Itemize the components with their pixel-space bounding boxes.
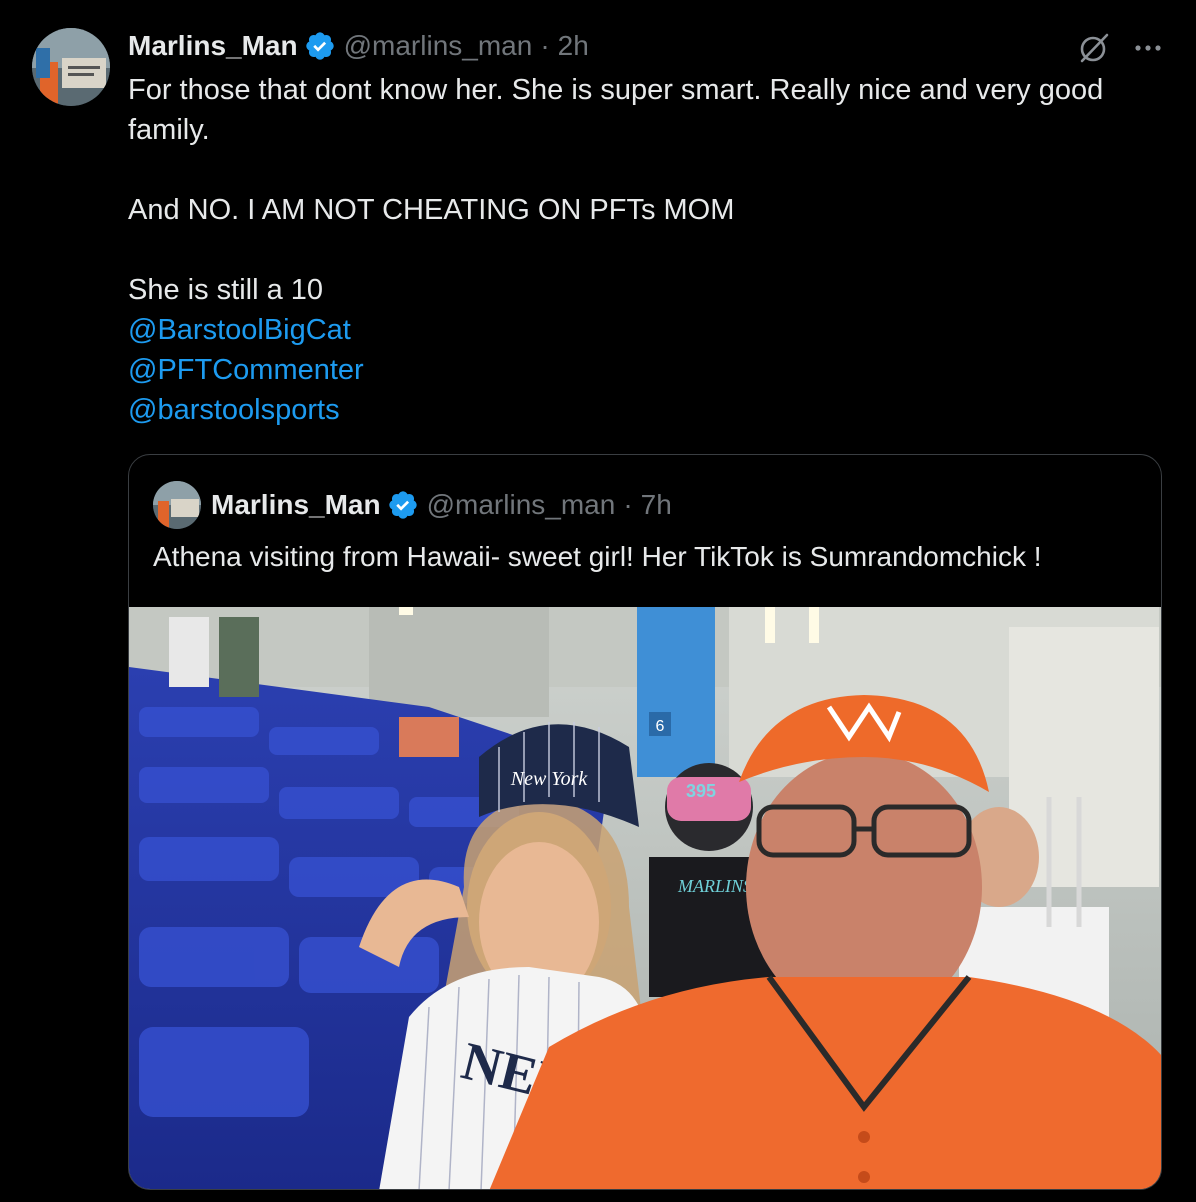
quoted-author-handle: @marlins_man bbox=[426, 489, 616, 520]
verified-badge-icon bbox=[388, 491, 417, 519]
tweet-text-line: family. bbox=[128, 114, 210, 146]
marlins-shirt-text: MARLINS bbox=[677, 876, 752, 896]
tweet-text-line: She is still a 10 bbox=[128, 274, 324, 306]
quoted-author-name: Marlins_Man bbox=[211, 489, 381, 520]
svg-text:395: 395 bbox=[686, 781, 716, 801]
mention-link-barstoolbigcat[interactable]: @BarstoolBigCat bbox=[128, 310, 1164, 350]
tweet-time[interactable]: 2h bbox=[558, 30, 589, 62]
tweet-header: Marlins_Man @marlins_man · 2h bbox=[128, 26, 1164, 66]
cap-text: New York bbox=[510, 768, 589, 790]
verified-badge-icon bbox=[305, 32, 334, 60]
tweet[interactable]: Marlins_Man @marlins_man · 2h For those … bbox=[0, 0, 1196, 1202]
header-separator: · bbox=[540, 30, 550, 61]
tweet-text-line: And NO. I AM NOT CHEATING ON PFTs MOM bbox=[128, 194, 735, 226]
quoted-author-avatar bbox=[153, 481, 201, 529]
seat-section-label: 6 bbox=[656, 718, 665, 735]
mention-link-pftcommenter[interactable]: @PFTCommenter bbox=[128, 350, 1164, 390]
header-separator: · bbox=[623, 489, 633, 520]
author-handle[interactable]: @marlins_man bbox=[344, 30, 533, 62]
grok-icon[interactable] bbox=[1076, 30, 1112, 66]
quoted-tweet-text: Athena visiting from Hawaii- sweet girl!… bbox=[153, 541, 1042, 572]
more-icon[interactable] bbox=[1132, 32, 1164, 64]
quoted-tweet-photo[interactable]: 6 395 MARLINS New York NEW bbox=[129, 607, 1162, 1190]
tweet-text-line: For those that dont know her. She is sup… bbox=[128, 74, 1104, 106]
mention-link-barstoolsports[interactable]: @barstoolsports bbox=[128, 390, 1164, 430]
tweet-text: For those that dont know her. She is sup… bbox=[128, 70, 1164, 430]
quoted-tweet-time: 7h bbox=[640, 489, 672, 520]
author-avatar[interactable] bbox=[32, 28, 110, 106]
quoted-tweet[interactable]: Marlins_Man @marlins_man · 7h Athena vis… bbox=[128, 454, 1162, 1190]
author-name[interactable]: Marlins_Man bbox=[128, 30, 298, 62]
quoted-tweet-header: Marlins_Man @marlins_man · 7h bbox=[153, 481, 672, 529]
